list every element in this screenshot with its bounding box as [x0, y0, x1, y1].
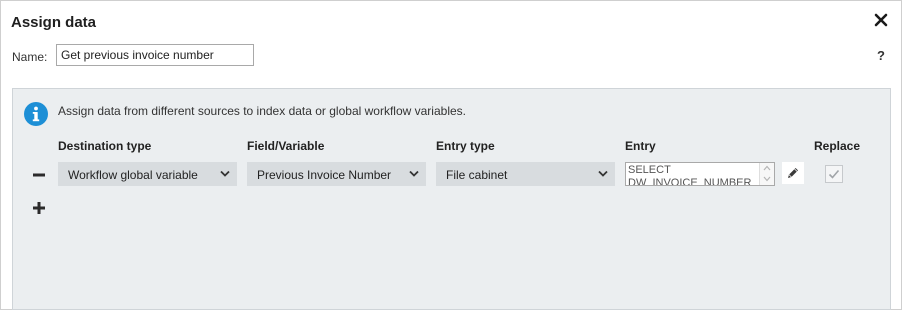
field-variable-value: Previous Invoice Number — [257, 168, 392, 182]
field-variable-select[interactable]: Previous Invoice Number — [247, 162, 426, 186]
name-label: Name: — [12, 50, 48, 64]
help-button[interactable]: ? — [877, 48, 885, 63]
dialog-title: Assign data — [11, 14, 97, 31]
entry-text: SELECT DW_INVOICE_NUMBER — [628, 164, 752, 186]
chevron-down-icon — [409, 170, 419, 177]
header-entry-type: Entry type — [436, 139, 495, 153]
entry-textarea[interactable]: SELECT DW_INVOICE_NUMBER — [625, 162, 775, 186]
destination-type-value: Workflow global variable — [68, 168, 198, 182]
info-icon — [24, 102, 48, 126]
assignment-panel: Assign data from different sources to in… — [12, 88, 891, 310]
header-replace: Replace — [814, 139, 861, 153]
close-icon[interactable] — [873, 12, 889, 28]
name-input[interactable] — [56, 44, 254, 66]
checkmark-icon — [828, 169, 840, 179]
destination-type-select[interactable]: Workflow global variable — [58, 162, 237, 186]
info-text: Assign data from different sources to in… — [58, 104, 466, 118]
edit-entry-button[interactable] — [782, 162, 804, 184]
plus-icon[interactable] — [30, 199, 48, 217]
header-destination-type: Destination type — [58, 139, 152, 153]
assign-data-dialog: Assign data ? Name: Assign data from dif… — [0, 0, 902, 310]
entry-type-select[interactable]: File cabinet — [436, 162, 615, 186]
replace-checkbox[interactable] — [825, 165, 843, 183]
minus-icon[interactable] — [30, 166, 48, 184]
pencil-icon — [788, 168, 798, 178]
header-entry: Entry — [625, 139, 656, 153]
entry-scrollbar[interactable] — [759, 163, 774, 185]
scroll-down-icon[interactable] — [763, 176, 771, 182]
entry-type-value: File cabinet — [446, 168, 508, 182]
chevron-down-icon — [598, 170, 608, 177]
chevron-down-icon — [220, 170, 230, 177]
scroll-up-icon[interactable] — [763, 165, 771, 171]
header-field-variable: Field/Variable — [247, 139, 325, 153]
